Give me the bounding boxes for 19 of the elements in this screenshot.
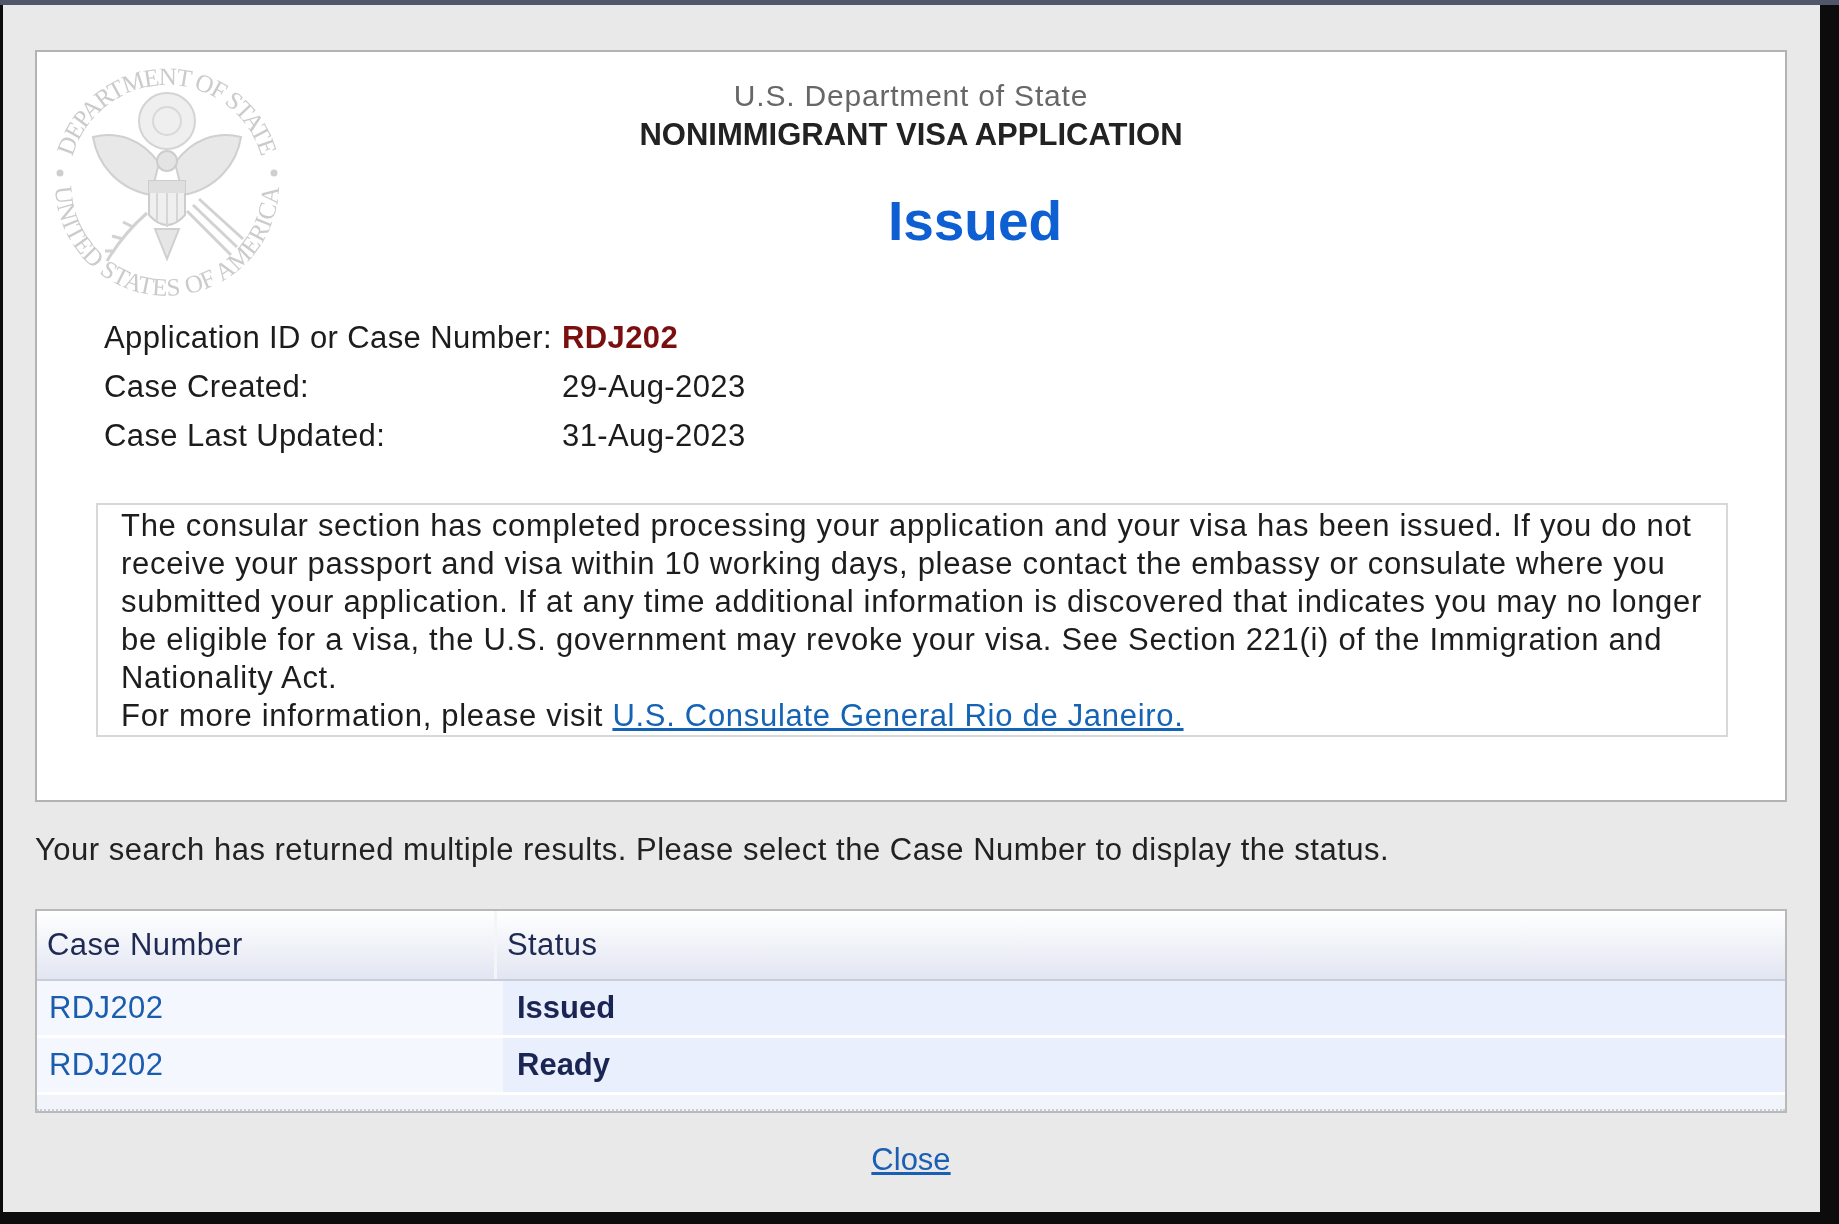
status-heading: Issued [887, 190, 1063, 252]
results-note: Your search has returned multiple results. Please select the Case Number to display the status. [35, 833, 1391, 867]
agency-name: U.S. Department of State [732, 79, 1090, 113]
detail-label: Case Created: [104, 368, 311, 406]
column-header: Case Number [37, 911, 497, 979]
detail-value: 31-Aug-2023 [562, 417, 746, 455]
status-cell: Issued [503, 981, 1785, 1035]
consulate-link[interactable]: U.S. Consulate General Rio de Janeiro. [612, 698, 1184, 733]
case-number-link[interactable]: RDJ202 [49, 990, 164, 1025]
form-title: NONIMMIGRANT VISA APPLICATION [638, 117, 1184, 153]
status-cell: Ready [503, 1038, 1785, 1092]
close-link[interactable]: Close [871, 1142, 951, 1177]
detail-label: Application ID or Case Number: [104, 319, 553, 357]
detail-value: RDJ202 [562, 319, 680, 357]
detail-value: 29-Aug-2023 [562, 368, 746, 406]
case-number-link[interactable]: RDJ202 [49, 1047, 164, 1082]
detail-label: Case Last Updated: [104, 417, 387, 455]
message-text: The consular section has completed processing your application and your visa has been issued. If you do not receive your passport and visa within 10 working days, please contact the embassy or consulate where you submitted your application. If at any time additional information is discovered that indicates you may no longer be eligible for a visa, the U.S. government may revoke your visa. See Section 221(i) of the Immigration and Nationality Act. [121, 507, 1703, 697]
more-info-text: For more information, please visit U.S. Consulate General Rio de Janeiro. [121, 697, 1185, 735]
